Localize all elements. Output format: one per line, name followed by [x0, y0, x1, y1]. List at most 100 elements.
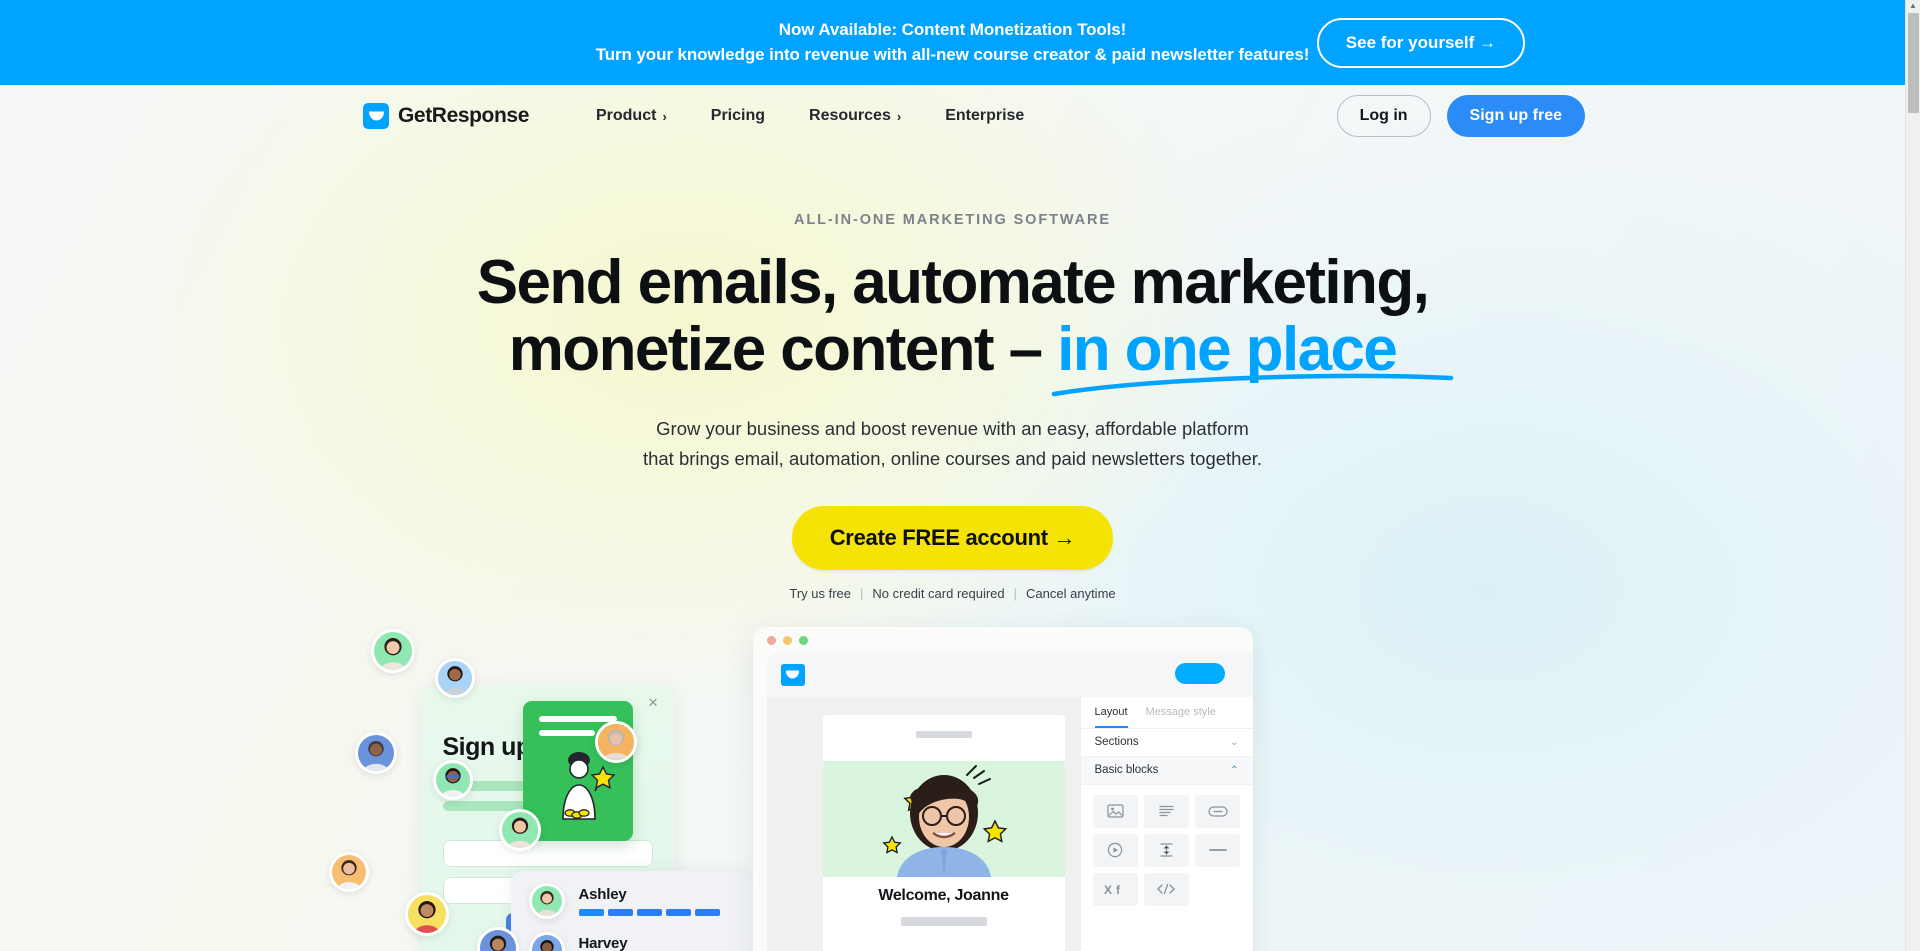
scroll-up-arrow-icon[interactable]: ▲ [1906, 2, 1920, 10]
editor-save-button[interactable] [1174, 662, 1225, 684]
hero-cta-wrapper: Create FREE account → [0, 505, 1905, 570]
brand-logo[interactable]: GetResponse [363, 103, 529, 129]
placeholder-bar [538, 715, 617, 722]
subheading-line-1: Grow your business and boost revenue wit… [656, 417, 1249, 439]
page-title: Send emails, automate marketing, monetiz… [0, 248, 1905, 397]
contact-info: Ashley [578, 885, 720, 916]
editor-canvas: Welcome, Joanne [766, 696, 1081, 951]
trust-item-2: No credit card required [872, 585, 1005, 601]
email-preview: Welcome, Joanne [822, 714, 1065, 951]
signup-input-field[interactable] [442, 839, 653, 867]
nav-item-enterprise[interactable]: Enterprise [923, 99, 1046, 133]
envelope-icon [363, 103, 389, 129]
editor-toolbar [766, 652, 1253, 697]
tab-message-style[interactable]: Message style [1146, 706, 1216, 728]
avatar [354, 731, 397, 774]
image-block-icon[interactable] [1092, 794, 1138, 828]
brand-name: GetResponse [398, 104, 529, 127]
announcement-line-2: Turn your knowledge into revenue with al… [595, 44, 1310, 64]
list-item[interactable]: Harvey [528, 931, 720, 951]
headline-line-1: Send emails, automate marketing, [476, 248, 1430, 317]
nav-item-resources-label: Resources [809, 107, 891, 124]
avatar [498, 808, 541, 851]
main-navigation: GetResponse Product › Pricing Resources … [0, 85, 1905, 147]
see-for-yourself-button[interactable]: See for yourself → [1316, 17, 1525, 68]
svg-text:X: X [1104, 883, 1112, 896]
accordion-basic-blocks[interactable]: Basic blocks ⌃ [1080, 756, 1253, 785]
hero-subheading: Grow your business and boost revenue wit… [0, 414, 1905, 474]
segment [636, 908, 662, 916]
nav-actions: Log in Sign up free [1336, 95, 1585, 137]
social-block-icon[interactable]: Xf [1092, 872, 1138, 906]
contact-name: Ashley [578, 885, 627, 903]
accordion-sections-label: Sections [1094, 736, 1139, 749]
chevron-right-icon: › [662, 108, 667, 124]
progress-segments [578, 908, 720, 916]
chevron-up-icon: ⌃ [1230, 764, 1239, 776]
accordion-sections[interactable]: Sections ⌄ [1080, 729, 1253, 757]
subheading-line-2: that brings email, automation, online co… [642, 447, 1263, 469]
editor-body: Welcome, Joanne Layout Message style Sec… [766, 652, 1253, 951]
scrollbar-thumb[interactable] [1908, 13, 1919, 113]
avatar [528, 882, 565, 919]
avatar [594, 720, 637, 763]
divider-block-icon[interactable] [1195, 833, 1241, 867]
page-viewport: Now Available: Content Monetization Tool… [0, 0, 1905, 951]
envelope-icon [780, 663, 805, 686]
video-block-icon[interactable] [1092, 833, 1138, 867]
contacts-panel: Ashley Harvey [510, 870, 753, 951]
button-block-icon[interactable] [1195, 794, 1241, 828]
hero-section: ALL-IN-ONE MARKETING SOFTWARE Send email… [0, 147, 1905, 601]
tab-layout[interactable]: Layout [1094, 706, 1128, 728]
create-free-account-button[interactable]: Create FREE account → [791, 505, 1114, 570]
sidebar-tabs: Layout Message style [1080, 697, 1253, 729]
nav-item-pricing-label: Pricing [710, 107, 766, 124]
nav-item-resources[interactable]: Resources › [787, 99, 923, 133]
nav-item-pricing[interactable]: Pricing [689, 99, 787, 133]
accordion-basic-blocks-label: Basic blocks [1094, 764, 1159, 777]
segment [578, 908, 604, 916]
text-block-icon[interactable] [1143, 794, 1190, 828]
hero-eyebrow: ALL-IN-ONE MARKETING SOFTWARE [794, 212, 1111, 228]
avatar [528, 931, 565, 951]
nav-item-product[interactable]: Product › [574, 99, 689, 133]
list-item[interactable]: Ashley [528, 882, 720, 919]
segment [665, 908, 691, 916]
close-x-icon[interactable]: ✕ [648, 696, 659, 709]
announcement-text: Now Available: Content Monetization Tool… [596, 18, 1310, 66]
nav-links: Product › Pricing Resources › Enterprise [574, 99, 1046, 133]
nav-item-enterprise-label: Enterprise [945, 107, 1025, 124]
contact-info: Harvey [579, 935, 720, 951]
hero-illustration: ✕ Sign up! Ashley Harvey Welcome, Joanne… [328, 626, 1493, 951]
sign-up-free-button[interactable]: Sign up free [1446, 95, 1585, 137]
announcement-banner: Now Available: Content Monetization Tool… [0, 0, 1905, 85]
window-close-dot-icon[interactable] [766, 635, 776, 645]
html-code-block-icon[interactable] [1143, 872, 1190, 906]
segment [607, 908, 633, 916]
email-heading: Welcome, Joanne [878, 886, 1009, 904]
email-editor-window: Welcome, Joanne Layout Message style Sec… [752, 626, 1253, 951]
headline-accent: in one place [1051, 314, 1454, 397]
trust-line: Try us free | No credit card required | … [0, 586, 1905, 601]
window-minimize-dot-icon[interactable] [782, 635, 792, 645]
avatar [434, 657, 475, 698]
avatar [370, 628, 415, 673]
segment [694, 908, 720, 916]
nav-item-product-label: Product [595, 107, 657, 124]
avatar [432, 759, 473, 800]
trust-item-1: Try us free [789, 585, 852, 601]
basic-blocks-grid: Xf [1081, 785, 1253, 916]
contact-name: Harvey [578, 934, 628, 951]
avatar [404, 891, 449, 936]
spacer-block-icon[interactable] [1143, 833, 1190, 867]
placeholder-bar [538, 729, 595, 736]
announcement-line-1: Now Available: Content Monetization Tool… [778, 20, 1127, 40]
svg-text:f: f [1116, 883, 1121, 896]
person-photo [822, 760, 1065, 877]
avatar [328, 851, 369, 892]
window-maximize-dot-icon[interactable] [798, 635, 808, 645]
headline-accent-text: in one place [1057, 314, 1398, 384]
log-in-button[interactable]: Log in [1336, 95, 1431, 137]
vertical-scrollbar[interactable]: ▲ [1905, 0, 1920, 951]
editor-sidebar: Layout Message style Sections ⌄ Basic bl… [1080, 696, 1253, 951]
